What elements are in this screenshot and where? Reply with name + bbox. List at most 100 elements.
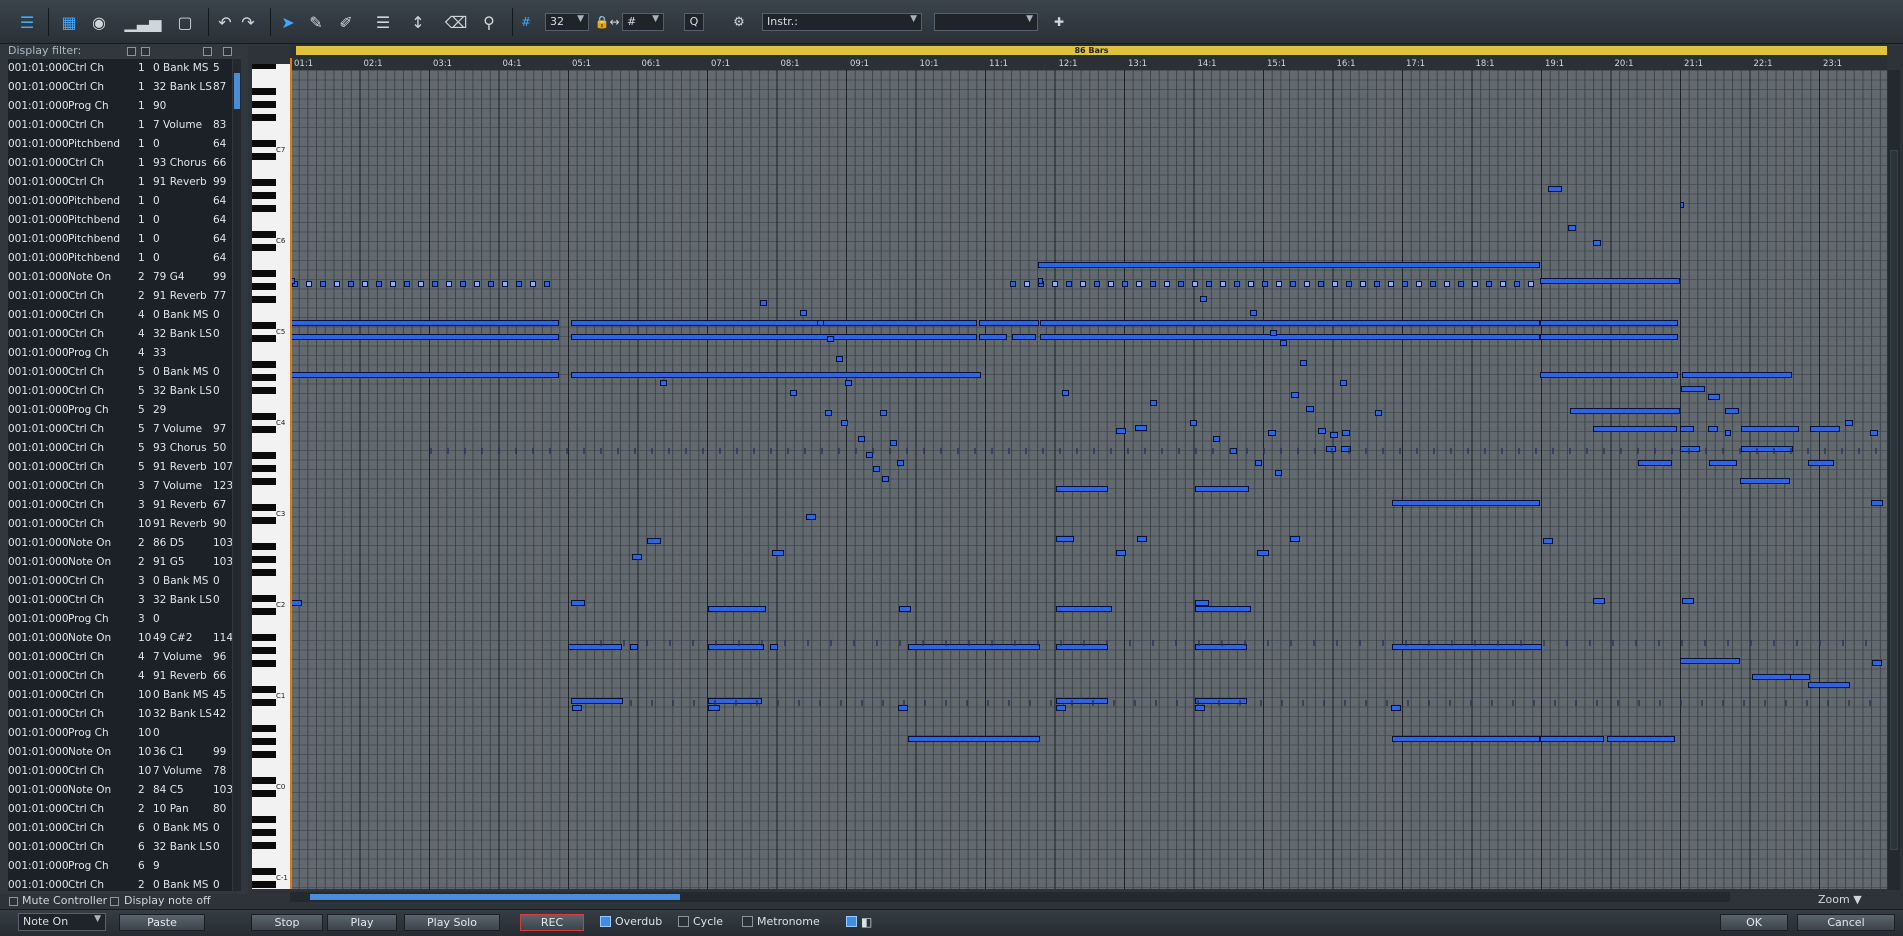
midi-note[interactable] bbox=[1108, 281, 1114, 287]
midi-note[interactable] bbox=[1589, 640, 1591, 646]
midi-note[interactable] bbox=[738, 640, 740, 646]
filter-checkbox[interactable] bbox=[127, 47, 136, 56]
midi-note[interactable] bbox=[855, 448, 857, 454]
midi-note[interactable] bbox=[1827, 700, 1829, 706]
midi-note[interactable] bbox=[991, 448, 993, 454]
black-key[interactable] bbox=[252, 790, 276, 797]
event-row[interactable]: 001:01:000 Ctrl Ch 3 0 Bank MS 0 bbox=[8, 572, 232, 591]
midi-note[interactable] bbox=[924, 700, 926, 706]
midi-note[interactable] bbox=[1458, 281, 1464, 287]
midi-note[interactable] bbox=[714, 700, 716, 706]
event-row[interactable]: 001:01:000 Prog Ch 3 0 bbox=[8, 610, 232, 629]
event-row[interactable]: 001:01:000 Ctrl Ch 4 91 Reverb 66 bbox=[8, 667, 232, 686]
midi-note[interactable] bbox=[1230, 448, 1237, 454]
midi-note[interactable] bbox=[1841, 448, 1843, 454]
midi-note[interactable] bbox=[1484, 448, 1486, 454]
midi-note[interactable] bbox=[1392, 736, 1540, 742]
midi-note[interactable] bbox=[1060, 640, 1062, 646]
midi-note[interactable] bbox=[1197, 700, 1199, 706]
midi-note[interactable] bbox=[1200, 296, 1207, 302]
midi-note[interactable] bbox=[1029, 700, 1031, 706]
midi-note[interactable] bbox=[903, 700, 905, 706]
velocity-tool-icon[interactable]: ↕ bbox=[405, 9, 431, 35]
midi-note[interactable] bbox=[1056, 486, 1108, 492]
midi-note[interactable] bbox=[1872, 660, 1882, 666]
event-row[interactable]: 001:01:000 Ctrl Ch 10 7 Volume 78 bbox=[8, 762, 232, 781]
midi-note[interactable] bbox=[736, 448, 738, 454]
pencil-tool-icon[interactable]: ✎ bbox=[303, 9, 329, 35]
midi-note[interactable] bbox=[447, 448, 449, 454]
midi-note[interactable] bbox=[845, 380, 852, 386]
midi-note[interactable] bbox=[1080, 281, 1086, 287]
midi-note[interactable] bbox=[669, 640, 671, 646]
midi-note[interactable] bbox=[899, 640, 901, 646]
midi-note[interactable] bbox=[1472, 281, 1478, 287]
midi-note[interactable] bbox=[1365, 448, 1367, 454]
redo-icon[interactable]: ↷ bbox=[235, 9, 261, 35]
midi-note[interactable] bbox=[1637, 448, 1639, 454]
midi-note[interactable] bbox=[1548, 186, 1562, 192]
midi-note[interactable] bbox=[568, 644, 622, 650]
midi-note[interactable] bbox=[1092, 700, 1094, 706]
midi-note[interactable] bbox=[1603, 448, 1605, 454]
black-key[interactable] bbox=[252, 140, 276, 147]
score-icon[interactable]: ▢ bbox=[172, 9, 198, 35]
midi-note[interactable] bbox=[991, 640, 993, 646]
midi-note[interactable] bbox=[549, 448, 551, 454]
black-key[interactable] bbox=[252, 556, 276, 563]
midi-note[interactable] bbox=[1709, 460, 1737, 466]
black-key[interactable] bbox=[252, 192, 276, 199]
black-key[interactable] bbox=[252, 179, 276, 186]
black-key[interactable] bbox=[252, 465, 276, 472]
midi-note[interactable] bbox=[1076, 448, 1078, 454]
midi-note[interactable] bbox=[306, 281, 312, 287]
midi-note[interactable] bbox=[1514, 281, 1520, 287]
event-row[interactable]: 001:01:000 Note On 2 91 G5 103 bbox=[8, 553, 232, 572]
midi-note[interactable] bbox=[1680, 202, 1684, 208]
midi-note[interactable] bbox=[1136, 281, 1142, 287]
zoom-tool-icon[interactable]: ⚲ bbox=[476, 9, 502, 35]
midi-note[interactable] bbox=[600, 448, 602, 454]
piano-keyboard[interactable]: C7 C6 C5 C4 C3 C2 C1 C0 C-1 bbox=[252, 64, 290, 889]
midi-note[interactable] bbox=[1722, 700, 1724, 706]
midi-note[interactable] bbox=[1773, 448, 1775, 454]
midi-note[interactable] bbox=[841, 420, 848, 426]
midi-note[interactable] bbox=[1491, 700, 1493, 706]
midi-note[interactable] bbox=[1620, 448, 1622, 454]
black-key[interactable] bbox=[252, 686, 276, 693]
midi-note[interactable] bbox=[646, 640, 648, 646]
black-key[interactable] bbox=[252, 205, 276, 212]
event-row[interactable]: 001:01:000 Note On 10 49 C#2 114 bbox=[8, 629, 232, 648]
midi-note[interactable] bbox=[1520, 640, 1522, 646]
event-row[interactable]: 001:01:000 Ctrl Ch 6 32 Bank LS 0 bbox=[8, 838, 232, 857]
midi-note[interactable] bbox=[488, 281, 494, 287]
link-icon[interactable]: ✚ bbox=[1046, 9, 1072, 35]
metronome-checkbox[interactable] bbox=[742, 916, 753, 927]
midi-note[interactable] bbox=[693, 700, 695, 706]
midi-note[interactable] bbox=[1176, 700, 1178, 706]
midi-note[interactable] bbox=[1819, 640, 1821, 646]
midi-note[interactable] bbox=[1135, 425, 1147, 431]
line-tool-icon[interactable]: ☰ bbox=[370, 9, 396, 35]
midi-note[interactable] bbox=[1402, 281, 1408, 287]
midi-note[interactable] bbox=[1248, 281, 1254, 287]
midi-note[interactable] bbox=[1764, 700, 1766, 706]
black-key[interactable] bbox=[252, 374, 276, 381]
midi-note[interactable] bbox=[1290, 281, 1296, 287]
midi-note[interactable] bbox=[838, 448, 840, 454]
midi-note[interactable] bbox=[987, 700, 989, 706]
midi-note[interactable] bbox=[1535, 448, 1537, 454]
playhead[interactable] bbox=[290, 58, 292, 889]
midi-note[interactable] bbox=[464, 448, 466, 454]
event-row[interactable]: 001:01:000 Ctrl Ch 4 0 Bank MS 0 bbox=[8, 306, 232, 325]
black-key[interactable] bbox=[252, 101, 276, 108]
midi-note[interactable] bbox=[481, 448, 483, 454]
midi-note[interactable] bbox=[571, 600, 585, 606]
midi-note[interactable] bbox=[348, 281, 354, 287]
event-row[interactable]: 001:01:000 Ctrl Ch 5 32 Bank LS 0 bbox=[8, 382, 232, 401]
midi-note[interactable] bbox=[1332, 281, 1338, 287]
midi-note[interactable] bbox=[1501, 448, 1503, 454]
event-row[interactable]: 001:01:000 Prog Ch 6 9 bbox=[8, 857, 232, 876]
midi-note[interactable] bbox=[1810, 426, 1840, 432]
midi-note[interactable] bbox=[1195, 448, 1197, 454]
